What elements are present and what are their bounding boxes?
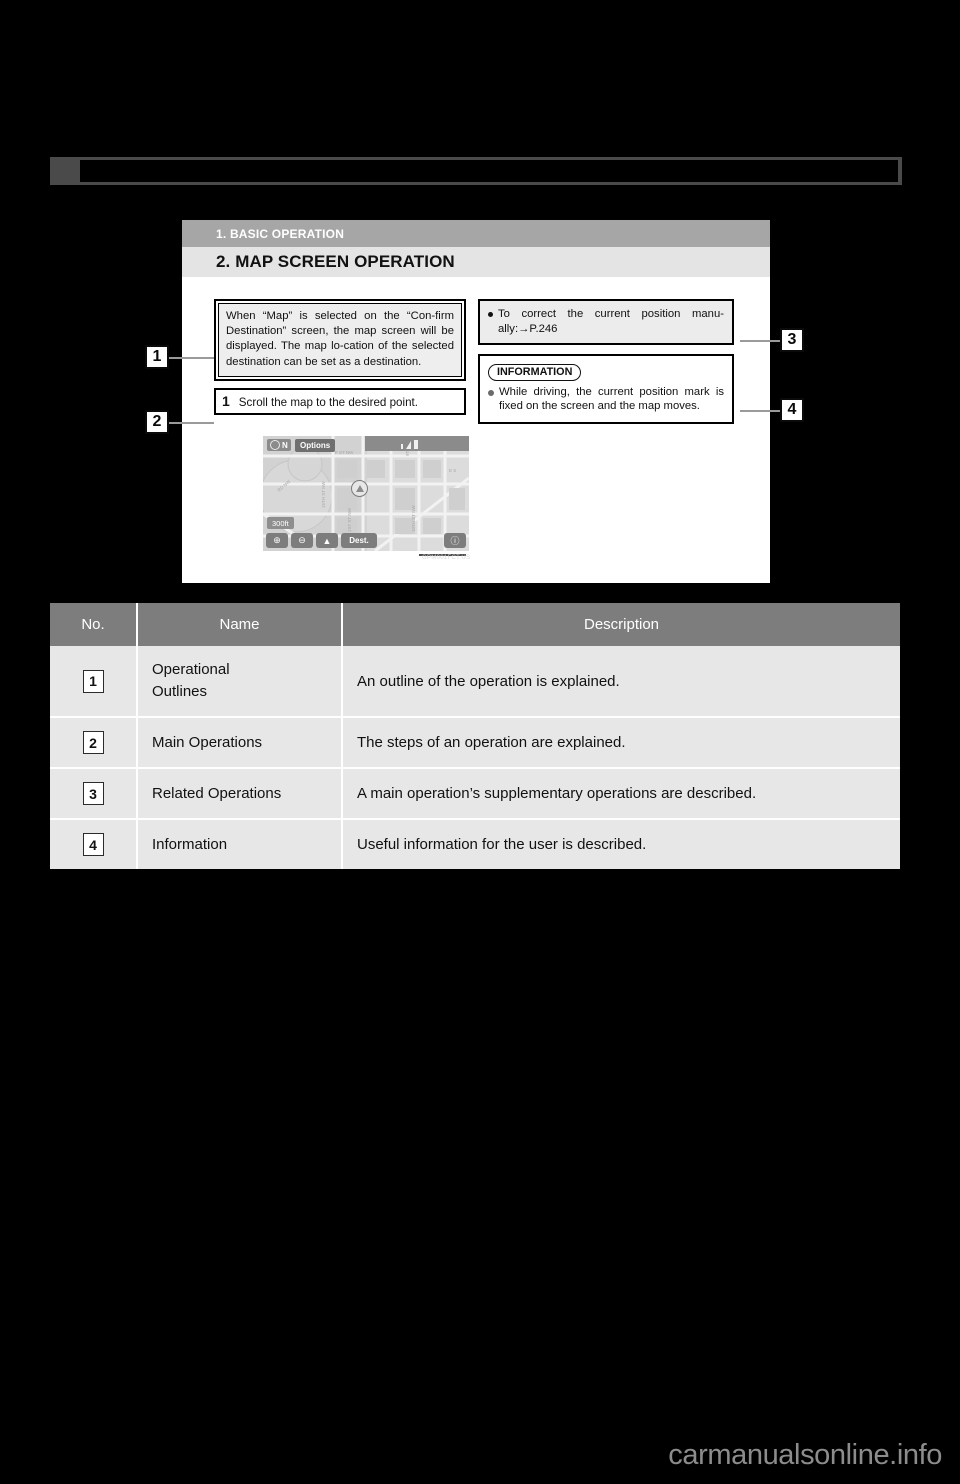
- callout-leader-1: [169, 357, 214, 359]
- row-number-badge: 2: [82, 731, 104, 754]
- compass-ring-icon: [270, 440, 280, 450]
- related-operations-text: To correct the current position manu-all…: [498, 308, 724, 335]
- row-description-cell: Useful information for the user is descr…: [342, 819, 900, 869]
- operational-outlines-box: When “Map” is selected on the “Con-firm …: [214, 299, 466, 381]
- svg-text:10TH ST NW: 10TH ST NW: [411, 505, 416, 532]
- destination-button[interactable]: Dest.: [341, 533, 377, 548]
- row-no-cell: 2: [50, 717, 138, 769]
- row-name-cell: Operational Outlines: [137, 646, 343, 718]
- row-no-cell: 4: [50, 819, 138, 869]
- row-description-cell: An outline of the operation is explained…: [342, 646, 900, 718]
- callout-marker-4: 4: [780, 398, 804, 422]
- callout-leader-3: [740, 340, 782, 342]
- chapter-header-inner: [80, 160, 898, 182]
- table-row: 1 Operational Outlines An outline of the…: [50, 646, 900, 718]
- callout-number-4: 4: [787, 401, 797, 418]
- information-label: INFORMATION: [488, 364, 582, 381]
- operational-outlines-inner: When “Map” is selected on the “Con-firm …: [218, 303, 462, 377]
- main-operation-step-text: Scroll the map to the desired point.: [238, 395, 418, 409]
- map-scale-label: 300ft: [267, 517, 294, 529]
- callout-marker-2: 2: [145, 410, 169, 434]
- row-name-cell: Related Operations: [137, 768, 343, 820]
- left-column: When “Map” is selected on the “Con-firm …: [214, 299, 470, 561]
- row-name-cell: Information: [137, 819, 343, 869]
- map-control-buttons: ⊕ ⊖ ▲ Dest.: [266, 533, 377, 548]
- row-description-cell: A main operation’s supplementary operati…: [342, 768, 900, 820]
- main-operations-box: 1 Scroll the map to the desired point.: [214, 387, 466, 415]
- callout-number-1: 1: [152, 348, 162, 365]
- zoom-out-button[interactable]: ⊖: [291, 533, 313, 548]
- callout-marker-3: 3: [780, 328, 804, 352]
- title-banner-label: 2. MAP SCREEN OPERATION: [216, 252, 455, 271]
- row-name-cell: Main Operations: [137, 717, 343, 769]
- svg-text:1ST ST NW: 1ST ST NW: [347, 507, 352, 532]
- information-text: While driving, the current position mark…: [499, 385, 724, 413]
- options-button[interactable]: Options: [295, 439, 336, 452]
- right-column: To correct the current position manu-all…: [478, 299, 734, 424]
- information-bullet-row: While driving, the current position mark…: [488, 385, 724, 414]
- table-row: 3 Related Operations A main operation’s …: [50, 768, 900, 820]
- related-operations-box: To correct the current position manu-all…: [478, 299, 734, 346]
- compass-indicator[interactable]: N: [267, 439, 291, 451]
- signal-strength-icon: [401, 440, 418, 449]
- row-no-cell: 1: [50, 646, 138, 718]
- chapter-header-bar: [50, 157, 902, 185]
- table-row: 2 Main Operations The steps of an operat…: [50, 717, 900, 769]
- row-number-badge: 1: [82, 669, 104, 693]
- zoom-in-button[interactable]: ⊕: [266, 533, 288, 548]
- information-box: INFORMATION While driving, the current p…: [478, 354, 734, 424]
- table-row: 4 Information Useful information for the…: [50, 819, 900, 869]
- compass-direction-label: N: [282, 440, 288, 450]
- current-position-button[interactable]: ▲: [316, 533, 338, 548]
- callout-leader-4: [740, 410, 782, 412]
- bullet-dot-icon: [488, 312, 493, 317]
- svg-text:15TH ST NW: 15TH ST NW: [321, 481, 326, 508]
- header-no: No.: [50, 603, 138, 646]
- header-name: Name: [137, 603, 343, 646]
- manual-page: 1. BASIC OPERATION 2. MAP SCREEN OPERATI…: [0, 0, 960, 1484]
- callout-leader-2: [169, 422, 214, 424]
- row-no-cell: 3: [50, 768, 138, 820]
- svg-text:E S: E S: [449, 468, 456, 473]
- table-header-row: No. Name Description: [50, 603, 900, 646]
- row-description-cell: The steps of an operation are explained.: [342, 717, 900, 769]
- main-operation-step-number: 1: [222, 392, 230, 409]
- header-description: Description: [342, 603, 900, 646]
- figure-code-label: GPM001FCT.US: [419, 554, 470, 561]
- callout-marker-1: 1: [145, 345, 169, 369]
- bullet-dot-icon: [488, 389, 494, 396]
- row-name-line1: Operational: [152, 661, 230, 678]
- sample-page-columns: When “Map” is selected on the “Con-firm …: [182, 277, 770, 583]
- section-banner: 1. BASIC OPERATION: [182, 220, 770, 247]
- callout-number-3: 3: [787, 331, 797, 348]
- svg-text:F ST NW: F ST NW: [335, 450, 354, 455]
- row-number-badge: 3: [82, 782, 104, 805]
- legend-table: No. Name Description 1 Operational Outli…: [50, 603, 900, 869]
- callout-number-2: 2: [152, 413, 162, 430]
- operational-outlines-text: When “Map” is selected on the “Con-firm …: [226, 310, 454, 368]
- map-info-button[interactable]: ⓘ: [444, 533, 466, 548]
- row-number-badge: 4: [82, 833, 104, 856]
- title-banner: 2. MAP SCREEN OPERATION: [182, 247, 770, 277]
- site-watermark: carmanualsonline.info: [668, 1439, 942, 1471]
- section-banner-label: 1. BASIC OPERATION: [216, 226, 345, 241]
- current-position-marker-icon: [351, 480, 368, 497]
- navigation-screenshot: F ST NW E S 15TH ST NW 1ST ST NW 10TH ST…: [263, 436, 469, 551]
- related-operations-bullet-row: To correct the current position manu-all…: [488, 307, 724, 336]
- sample-page-panel: 1. BASIC OPERATION 2. MAP SCREEN OPERATI…: [182, 220, 770, 583]
- row-name-line2: Outlines: [152, 683, 208, 700]
